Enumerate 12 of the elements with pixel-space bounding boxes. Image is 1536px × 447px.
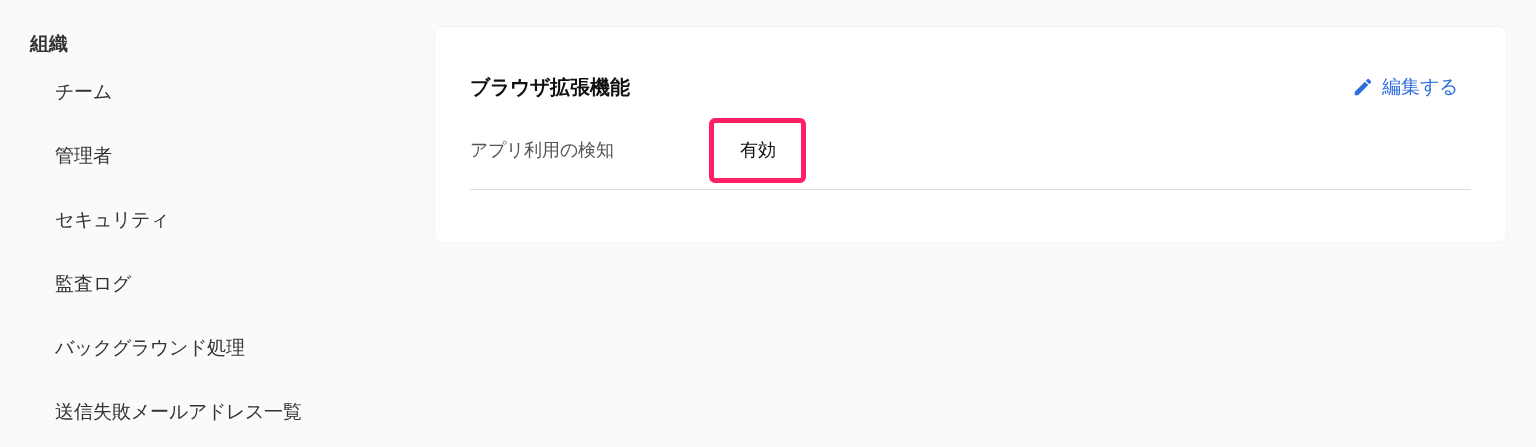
sidebar-heading: 組織 <box>30 32 69 56</box>
sidebar-item[interactable]: 管理者 <box>55 124 112 188</box>
sidebar-item[interactable]: セキュリティ <box>55 188 169 252</box>
setting-label: アプリ利用の検知 <box>470 139 615 162</box>
edit-link[interactable]: 編集する <box>1352 73 1458 101</box>
sidebar-item[interactable]: チーム <box>55 60 112 124</box>
sidebar-item[interactable]: バックグラウンド処理 <box>55 316 245 380</box>
card-title: ブラウザ拡張機能 <box>470 75 630 100</box>
sidebar-item[interactable]: 監査ログ <box>55 252 131 316</box>
setting-value: 有効 <box>709 118 806 183</box>
pencil-icon <box>1352 76 1374 98</box>
sidebar-item[interactable]: 送信失敗メールアドレス一覧 <box>55 380 302 444</box>
